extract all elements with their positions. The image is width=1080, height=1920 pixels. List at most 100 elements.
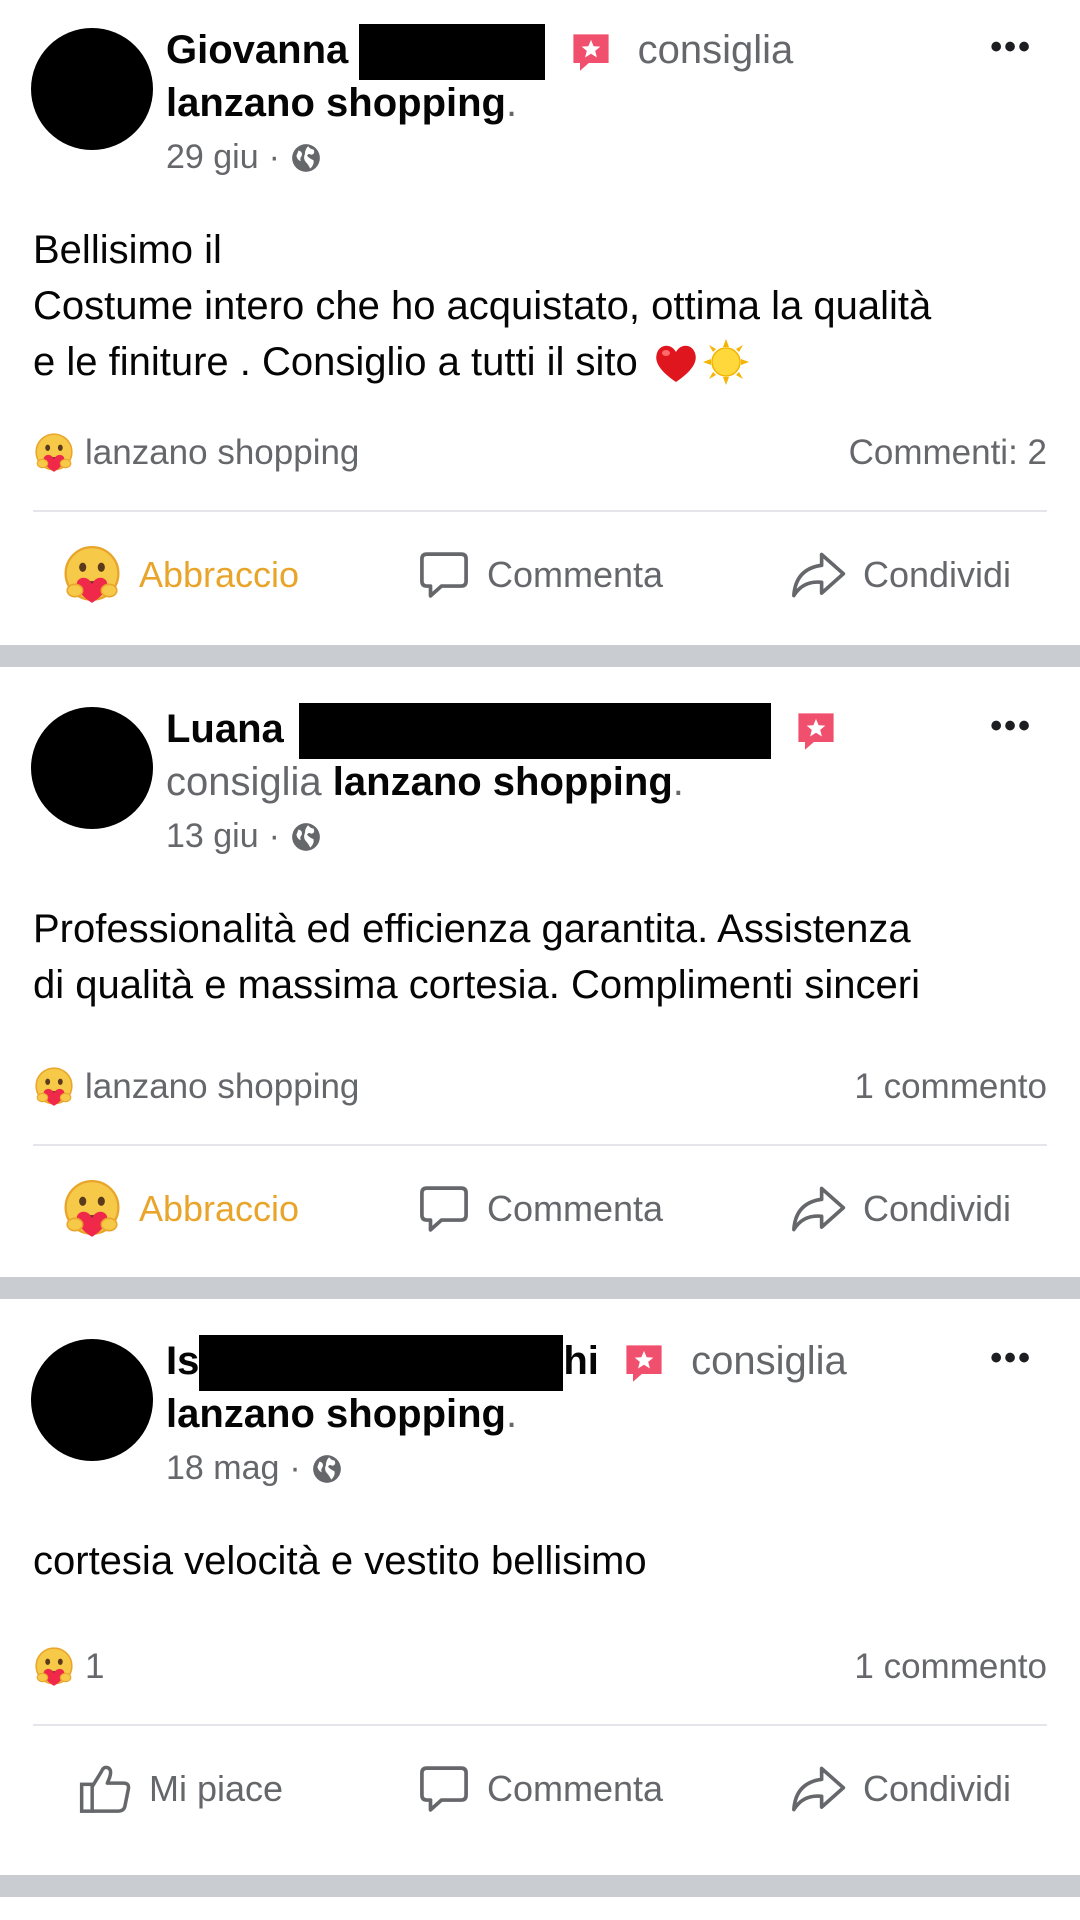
share-button[interactable]: Condividi: [720, 1182, 1080, 1236]
page-link[interactable]: lanzano shopping: [333, 760, 673, 804]
post-date[interactable]: 29 giu: [166, 138, 259, 177]
comment-count[interactable]: 1 commento: [854, 1647, 1047, 1687]
action-bar: Abbraccio Commenta Condividi: [0, 1169, 1080, 1249]
more-icon[interactable]: •••: [990, 28, 1032, 67]
care-emoji-icon: [61, 544, 123, 606]
feed-divider: [0, 645, 1080, 667]
share-icon: [789, 1762, 847, 1816]
share-button[interactable]: Condividi: [720, 1762, 1080, 1816]
redacted-name-block: [199, 1335, 564, 1392]
avatar[interactable]: [31, 28, 153, 150]
globe-icon: [311, 1453, 343, 1485]
care-reaction-button[interactable]: Abbraccio: [0, 1178, 360, 1240]
recommend-verb: consiglia: [637, 28, 794, 72]
post-text: cortesia velocità e vestito bellisimo: [33, 1533, 1040, 1589]
page-link[interactable]: lanzano shopping: [166, 1392, 506, 1436]
reaction-summary[interactable]: lanzano shopping: [33, 1066, 359, 1108]
like-label: Mi piace: [148, 1768, 284, 1809]
author-name[interactable]: Is: [166, 1339, 199, 1383]
period: .: [505, 81, 518, 125]
action-bar: Abbraccio Commenta Condividi: [0, 535, 1080, 615]
avatar[interactable]: [31, 707, 153, 829]
comment-button[interactable]: Commenta: [360, 548, 720, 602]
recommend-verb: consiglia: [166, 760, 322, 804]
avatar[interactable]: [31, 1339, 153, 1461]
recommend-badge-icon: [569, 30, 613, 74]
feed-divider: [0, 1875, 1080, 1897]
comment-label: Commenta: [486, 554, 664, 595]
more-icon[interactable]: •••: [990, 1339, 1032, 1378]
post-header-line-1: Luana: [166, 703, 852, 760]
post-header-line-1: Is hi consiglia: [166, 1335, 847, 1392]
post-date[interactable]: 13 giu: [166, 817, 259, 856]
dot-separator: ·: [268, 817, 280, 855]
like-icon: [77, 1761, 133, 1817]
globe-icon: [290, 142, 322, 174]
comment-label: Commenta: [486, 1188, 664, 1229]
post-header-line-1: Giovanna consiglia: [166, 24, 794, 81]
reaction-label: lanzano shopping: [85, 1067, 360, 1106]
feed-divider: [0, 1277, 1080, 1299]
like-button[interactable]: Mi piace: [0, 1761, 360, 1817]
action-bar: Mi piace Commenta Condividi: [0, 1749, 1080, 1829]
care-emoji-icon: [33, 1066, 75, 1108]
recommend-badge-icon: [794, 709, 838, 753]
recommend-badge-icon: [622, 1341, 666, 1385]
post-meta: 13 giu ·: [166, 817, 322, 856]
author-name-end[interactable]: hi: [563, 1339, 599, 1383]
post-card: Giovanna consiglia lanzano shopping. •••…: [0, 0, 1080, 645]
period: .: [505, 1392, 518, 1436]
redacted-name-block: [359, 24, 546, 81]
care-label: Abbraccio: [138, 554, 300, 595]
comment-button[interactable]: Commenta: [360, 1182, 720, 1236]
post-meta: 29 giu ·: [166, 138, 322, 177]
more-icon[interactable]: •••: [990, 707, 1032, 746]
separator: [33, 510, 1047, 512]
comment-icon: [417, 548, 471, 602]
post-text: Bellisimo il Costume intero che ho acqui…: [33, 222, 1040, 390]
share-button[interactable]: Condividi: [720, 548, 1080, 602]
reaction-summary[interactable]: lanzano shopping: [33, 432, 359, 474]
share-label: Condividi: [862, 554, 1012, 595]
reaction-count: 1: [85, 1647, 105, 1686]
comment-count[interactable]: Commenti: 2: [849, 433, 1047, 473]
sun-face-icon: [702, 338, 750, 386]
comment-icon: [417, 1762, 471, 1816]
share-label: Condividi: [862, 1768, 1012, 1809]
post-card: Is hi consiglia lanzano shopping. ••• 18 …: [0, 1299, 1080, 1875]
care-label: Abbraccio: [138, 1188, 300, 1229]
post-text-line: di qualità e massima cortesia. Complimen…: [33, 963, 920, 1007]
post-text-line: Bellisimo il: [33, 228, 222, 272]
comment-count[interactable]: 1 commento: [854, 1067, 1047, 1107]
post-text-line: Professionalità ed efficienza garantita.…: [33, 907, 911, 951]
reaction-label: lanzano shopping: [85, 433, 360, 472]
care-reaction-button[interactable]: Abbraccio: [0, 544, 360, 606]
post-header-line-2: lanzano shopping.: [166, 77, 517, 129]
comment-label: Commenta: [486, 1768, 664, 1809]
post-date[interactable]: 18 mag: [166, 1449, 279, 1488]
comment-icon: [417, 1182, 471, 1236]
dot-separator: ·: [289, 1449, 301, 1487]
share-label: Condividi: [862, 1188, 1012, 1229]
post-text: Professionalità ed efficienza garantita.…: [33, 901, 1040, 1013]
care-emoji-icon: [33, 432, 75, 474]
post-header-line-2: lanzano shopping.: [166, 1388, 517, 1440]
separator: [33, 1724, 1047, 1726]
care-emoji-icon: [33, 1646, 75, 1688]
separator: [33, 1144, 1047, 1146]
dot-separator: ·: [268, 138, 280, 176]
author-name[interactable]: Luana: [166, 707, 284, 751]
comment-button[interactable]: Commenta: [360, 1762, 720, 1816]
red-heart-icon: [652, 339, 700, 385]
period: .: [672, 760, 684, 804]
post-card: Luana consiglia lanzano shopping. ••• 13…: [0, 667, 1080, 1277]
recommend-verb: consiglia: [691, 1339, 847, 1383]
reaction-stats: 1 1 commento: [33, 1641, 1047, 1693]
share-icon: [789, 1182, 847, 1236]
post-text-line: cortesia velocità e vestito bellisimo: [33, 1539, 647, 1583]
author-name[interactable]: Giovanna: [166, 28, 348, 72]
page-link[interactable]: lanzano shopping: [166, 81, 506, 125]
reaction-summary[interactable]: 1: [33, 1646, 104, 1688]
redacted-name-block: [298, 703, 771, 760]
post-header-line-2: consiglia lanzano shopping.: [166, 756, 684, 808]
